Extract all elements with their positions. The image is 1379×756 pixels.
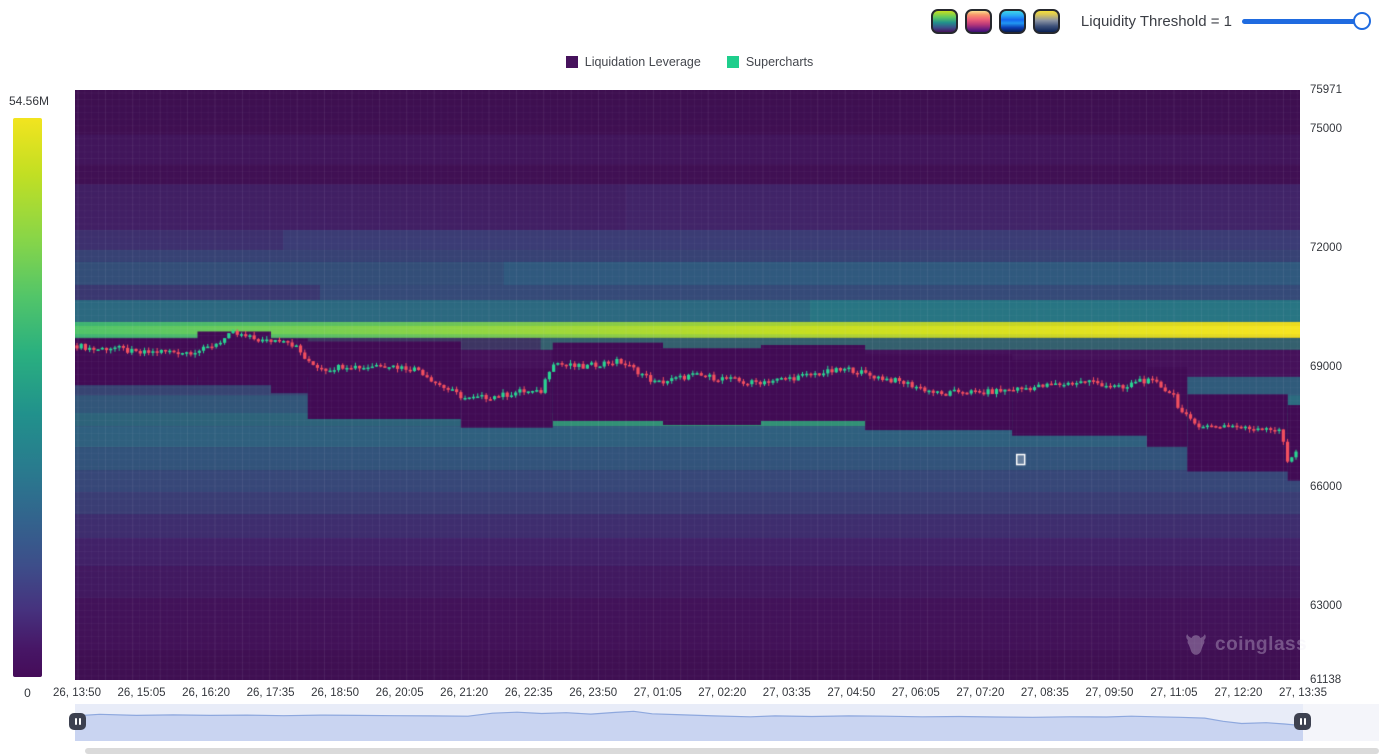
price-tick-label: 61138 — [1310, 674, 1341, 686]
range-navigator[interactable] — [0, 704, 1379, 741]
navigator-unselected-area[interactable] — [1303, 704, 1379, 741]
time-tick-label: 27, 13:35 — [1279, 687, 1327, 699]
color-scheme-blue-button[interactable] — [999, 9, 1026, 34]
slider-track[interactable] — [1242, 19, 1370, 24]
navigator-right-handle[interactable] — [1294, 713, 1311, 730]
colorbar-max-label: 54.56M — [9, 94, 49, 108]
time-tick-label: 27, 12:20 — [1214, 687, 1262, 699]
time-tick-label: 27, 01:05 — [634, 687, 682, 699]
legend-label: Supercharts — [746, 55, 813, 69]
time-tick-label: 27, 02:20 — [698, 687, 746, 699]
time-tick-label: 26, 23:50 — [569, 687, 617, 699]
time-tick-label: 27, 09:50 — [1085, 687, 1133, 699]
time-tick-label: 26, 21:20 — [440, 687, 488, 699]
time-tick-label: 26, 20:05 — [376, 687, 424, 699]
time-tick-label: 26, 16:20 — [182, 687, 230, 699]
time-tick-label: 26, 18:50 — [311, 687, 359, 699]
time-tick-label: 27, 04:50 — [827, 687, 875, 699]
slider-handle[interactable] — [1353, 12, 1371, 30]
legend-label: Liquidation Leverage — [585, 55, 701, 69]
liquidation-heatmap-chart[interactable] — [75, 90, 1300, 680]
horizontal-scrollbar[interactable] — [85, 748, 1379, 754]
legend-item-supercharts[interactable]: Supercharts — [727, 55, 813, 69]
color-scheme-magma-button[interactable] — [965, 9, 992, 34]
liquidation-colorbar — [13, 118, 42, 677]
price-tick-label: 66000 — [1310, 481, 1342, 493]
time-tick-label: 27, 06:05 — [892, 687, 940, 699]
price-tick-label: 72000 — [1310, 242, 1342, 254]
color-scheme-cividis-button[interactable] — [1033, 9, 1060, 34]
time-tick-label: 27, 07:20 — [956, 687, 1004, 699]
liquidation-leverage-swatch — [566, 56, 578, 68]
navigator-left-handle[interactable] — [69, 713, 86, 730]
time-tick-label: 27, 11:05 — [1150, 687, 1197, 699]
legend-item-liquidation-leverage[interactable]: Liquidation Leverage — [566, 55, 701, 69]
colorbar-min-label: 0 — [13, 686, 42, 700]
price-tick-label: 75000 — [1310, 123, 1342, 135]
price-tick-label: 69000 — [1310, 361, 1342, 373]
color-scheme-viridis-button[interactable] — [931, 9, 958, 34]
time-tick-label: 26, 15:05 — [118, 687, 166, 699]
liquidity-threshold-label: Liquidity Threshold = 1 — [1081, 13, 1232, 30]
navigator-minichart[interactable] — [75, 704, 1303, 741]
time-tick-label: 27, 03:35 — [763, 687, 811, 699]
chart-legend: Liquidation Leverage Supercharts — [0, 55, 1379, 69]
time-tick-label: 26, 17:35 — [247, 687, 295, 699]
liquidity-threshold-slider[interactable] — [1242, 11, 1370, 31]
price-tick-label: 75971 — [1310, 84, 1342, 96]
price-tick-label: 63000 — [1310, 600, 1342, 612]
time-tick-label: 27, 08:35 — [1021, 687, 1069, 699]
supercharts-swatch — [727, 56, 739, 68]
heatmap-controls: Liquidity Threshold = 1 — [931, 7, 1370, 35]
time-tick-label: 26, 22:35 — [505, 687, 553, 699]
time-tick-label: 26, 13:50 — [53, 687, 101, 699]
